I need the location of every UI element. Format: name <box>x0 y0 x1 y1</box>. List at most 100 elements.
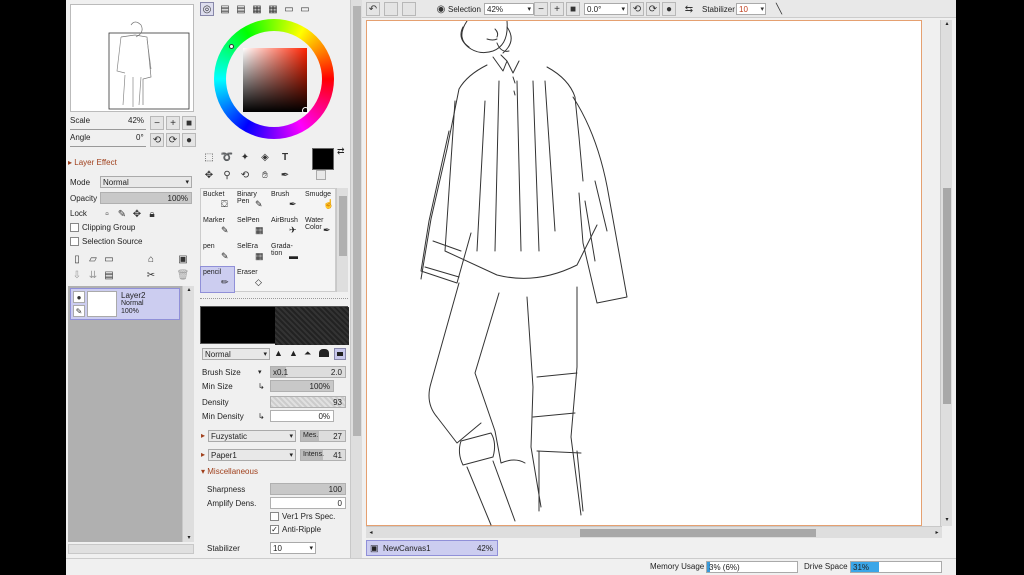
rotate-icon[interactable]: ⟲ <box>238 168 252 182</box>
texture2-slider[interactable]: Intens. 41 <box>300 449 346 461</box>
toolbar-rotate-left-button[interactable]: ⟲ <box>630 2 644 16</box>
amplify-slider[interactable]: 0 <box>270 497 346 509</box>
swatch-tab-icon[interactable]: ▦ <box>250 2 264 16</box>
merge-down-icon[interactable]: ⇊ <box>86 268 100 282</box>
magic-wand-icon[interactable]: ✦ <box>238 150 252 164</box>
eyedropper-icon[interactable]: ✒ <box>278 168 292 182</box>
rotation-select[interactable]: 0.0° ▾ <box>584 3 628 15</box>
tool-selpen[interactable]: SelPen ▦ <box>235 215 268 240</box>
user-swatch-tab-icon[interactable]: ▭ <box>298 2 312 16</box>
secondary-color-swatch[interactable] <box>316 170 326 180</box>
mixer-tab-icon[interactable]: ▦ <box>266 2 280 16</box>
toolbar-zoom-out-button[interactable]: − <box>534 2 548 16</box>
min-size-slider[interactable]: 100% <box>270 380 334 392</box>
tip-flat-icon[interactable] <box>319 349 329 357</box>
rotate-right-button[interactable]: ⟳ <box>166 133 180 147</box>
angle-slider[interactable] <box>70 143 146 147</box>
move-icon[interactable]: ✥ <box>202 168 216 182</box>
density-slider[interactable]: 93 <box>270 396 346 408</box>
tip-sharp-icon[interactable]: ▲ <box>274 348 283 358</box>
tip-square-icon[interactable] <box>334 348 346 360</box>
lock-paint-icon[interactable]: ✎ <box>115 207 129 221</box>
layer-row[interactable]: ● ✎ Layer2 Normal 100% <box>70 288 180 320</box>
scratchpad-tab-icon[interactable]: ▭ <box>282 2 296 16</box>
tool-binary-pen[interactable]: Binary Pen ✎ <box>235 189 268 214</box>
hsv-slider-tab-icon[interactable]: ▤ <box>234 2 248 16</box>
tool-selera[interactable]: SelEra ▦ <box>235 241 268 266</box>
color-wheel-tab-icon[interactable]: ◎ <box>200 2 214 16</box>
toolbar-rotate-right-button[interactable]: ⟳ <box>646 2 660 16</box>
line-tool-icon[interactable]: ╲ <box>772 2 786 16</box>
merge-visible-icon[interactable]: ▤ <box>102 268 116 282</box>
scale-slider[interactable] <box>70 126 146 130</box>
color-sv-square[interactable] <box>243 48 307 112</box>
toolbar-zoom-reset-button[interactable]: ■ <box>566 2 580 16</box>
canvas-tab[interactable]: ▣ NewCanvas1 42% <box>366 540 498 556</box>
toolbar-rotate-reset-button[interactable]: ● <box>662 2 676 16</box>
rotate-left-button[interactable]: ⟲ <box>150 133 164 147</box>
pressure-size-icon[interactable]: ↳ <box>258 382 265 391</box>
text-tool-icon[interactable]: T <box>278 150 292 164</box>
misc-header[interactable]: ▾ Miscellaneous <box>201 467 341 479</box>
panel-splitter[interactable] <box>200 298 348 301</box>
rgb-slider-tab-icon[interactable]: ▤ <box>218 2 232 16</box>
tool-grid-scrollbar[interactable] <box>336 188 348 292</box>
tool-pen[interactable]: pen ✎ <box>201 241 234 266</box>
anti-ripple-checkbox[interactable]: ✓ Anti-Ripple <box>270 525 321 535</box>
sharpness-slider[interactable]: 100 <box>270 483 346 495</box>
undo-button[interactable]: ↶ <box>366 2 380 16</box>
pressure-density-icon[interactable]: ↳ <box>258 412 265 421</box>
zoom-reset-button[interactable]: ■ <box>182 116 196 130</box>
new-layer-icon[interactable]: ▯ <box>70 252 84 266</box>
canvas-vscrollbar[interactable]: ▴ ▾ <box>940 20 952 526</box>
tip-round-icon[interactable]: ⏶ <box>304 348 311 359</box>
tool-eraser[interactable]: Eraser ◇ <box>235 267 268 292</box>
texture2-select[interactable]: Paper1 ▾ <box>208 449 296 461</box>
layer-list-scrollbar[interactable]: ▴ ▾ <box>182 286 194 542</box>
redo-button[interactable] <box>384 2 398 16</box>
delete-layer-icon[interactable]: 🗑︎ <box>176 268 190 282</box>
tip-soft-icon[interactable]: ▲ <box>289 348 298 358</box>
lock-move-icon[interactable]: ✥ <box>130 207 144 221</box>
brush-size-dropdown-icon[interactable]: ▾ <box>258 368 262 376</box>
brush-size-slider[interactable]: x0.1 2.0 <box>270 366 346 378</box>
clear-icon[interactable]: ✂ <box>144 268 158 282</box>
zoom-select[interactable]: 42% ▾ <box>484 3 534 15</box>
selection-source-checkbox[interactable]: Selection Source <box>70 237 142 247</box>
zoom-in-button[interactable]: + <box>166 116 180 130</box>
expand-arrow-icon[interactable]: ▸ <box>201 450 205 459</box>
zoom-out-button[interactable]: − <box>150 116 164 130</box>
ver1-checkbox[interactable]: Ver1 Prs Spec. <box>270 512 335 522</box>
tool-pencil[interactable]: pencil ✏ <box>200 266 235 293</box>
primary-color-swatch[interactable] <box>312 148 334 170</box>
toolbar-stabilizer-select[interactable]: 10 ▾ <box>736 3 766 15</box>
tool-brush[interactable]: Brush ✒ <box>269 189 302 214</box>
clipping-group-checkbox[interactable]: Clipping Group <box>70 223 135 233</box>
eye-icon[interactable]: ● <box>73 291 85 303</box>
fill-layer-icon[interactable]: ▣ <box>176 252 190 266</box>
drawing-canvas[interactable] <box>366 20 922 526</box>
swap-colors-icon[interactable]: ⇄ <box>337 146 345 157</box>
paint-brush-icon[interactable]: ✎ <box>73 305 85 317</box>
lock-transparency-icon[interactable]: ▫ <box>100 207 114 221</box>
flip-horizontal-icon[interactable]: ⇆ <box>682 2 696 16</box>
layer-effect-header[interactable]: ▸ Layer Effect <box>68 158 194 170</box>
brush-panel-scrollbar[interactable] <box>350 0 362 560</box>
hand-icon[interactable]: ✋︎ <box>258 168 272 182</box>
deselect-button[interactable] <box>402 2 416 16</box>
tool-marker[interactable]: Marker ✎ <box>201 215 234 240</box>
new-linework-layer-icon[interactable]: ▱ <box>86 252 100 266</box>
layer-mode-select[interactable]: Normal ▾ <box>100 176 192 188</box>
opacity-slider[interactable]: 100% <box>100 192 192 204</box>
layers-select-icon[interactable]: ◈ <box>258 150 272 164</box>
new-folder-icon[interactable]: ▭ <box>102 252 116 266</box>
brush-blend-mode-select[interactable]: Normal ▾ <box>202 348 270 360</box>
zoom-icon[interactable]: ⚲ <box>220 168 234 182</box>
canvas-hscrollbar[interactable]: ◂ ▸ <box>366 526 942 538</box>
rotate-reset-button[interactable]: ● <box>182 133 196 147</box>
navigator-preview[interactable] <box>70 4 194 112</box>
clear-layer-icon[interactable]: ⌂ <box>144 252 158 266</box>
rect-select-icon[interactable]: ⬚ <box>202 150 216 164</box>
layer-hscroll[interactable] <box>68 544 194 554</box>
tool-smudge[interactable]: Smudge ☝ <box>303 189 336 214</box>
